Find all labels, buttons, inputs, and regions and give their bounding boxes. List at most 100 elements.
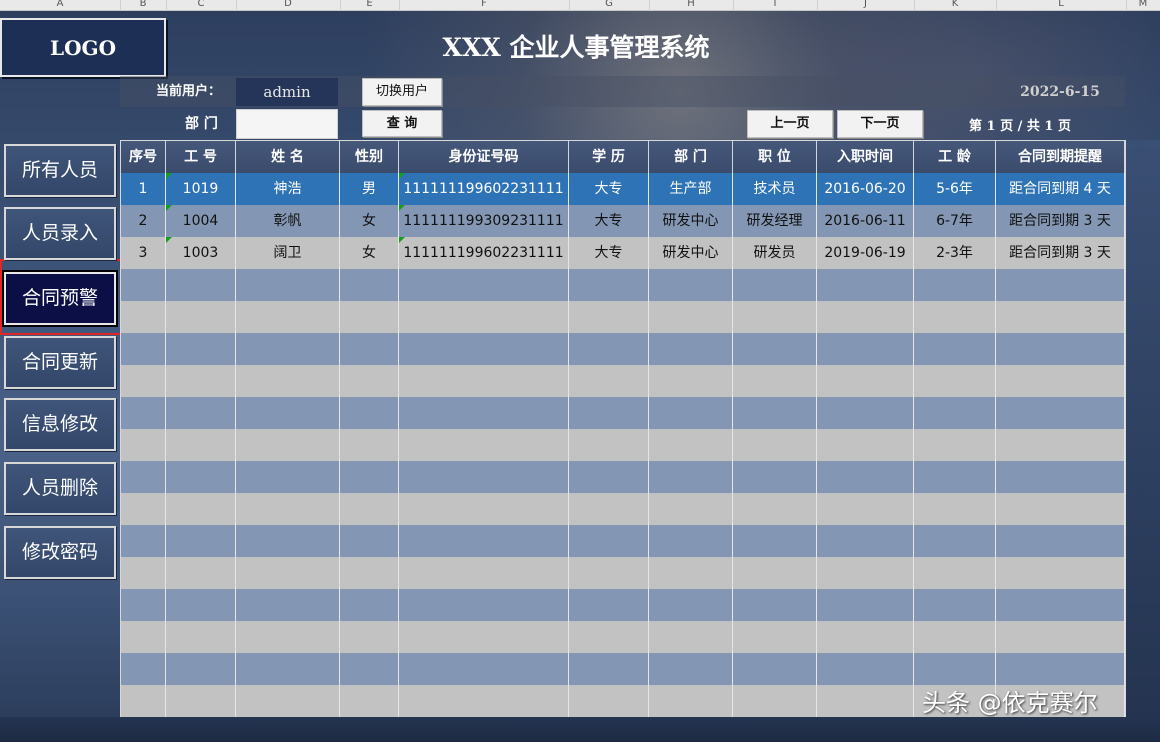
- empty-cell-gender[interactable]: [340, 269, 399, 301]
- empty-cell-position[interactable]: [733, 397, 817, 429]
- cell-position[interactable]: 研发经理: [733, 205, 817, 237]
- empty-cell-id-number[interactable]: [399, 269, 569, 301]
- empty-cell-gender[interactable]: [340, 333, 399, 365]
- empty-cell-contract-reminder[interactable]: [996, 493, 1125, 525]
- cell-emp-id[interactable]: 1004: [166, 205, 236, 237]
- empty-cell-seq[interactable]: [121, 397, 166, 429]
- cell-seq[interactable]: 1: [121, 173, 166, 205]
- empty-cell-id-number[interactable]: [399, 621, 569, 653]
- empty-cell-department[interactable]: [649, 557, 733, 589]
- empty-cell-hire-date[interactable]: [817, 461, 914, 493]
- empty-cell-hire-date[interactable]: [817, 365, 914, 397]
- empty-cell-position[interactable]: [733, 525, 817, 557]
- empty-cell-seniority[interactable]: [914, 525, 996, 557]
- empty-cell-name[interactable]: [236, 621, 340, 653]
- empty-cell-hire-date[interactable]: [817, 269, 914, 301]
- cell-department[interactable]: 研发中心: [649, 205, 733, 237]
- cell-education[interactable]: 大专: [569, 237, 649, 269]
- empty-cell-emp-id[interactable]: [166, 333, 236, 365]
- empty-cell-id-number[interactable]: [399, 685, 569, 717]
- table-empty-row[interactable]: [121, 621, 1125, 653]
- empty-cell-seq[interactable]: [121, 301, 166, 333]
- empty-cell-seniority[interactable]: [914, 621, 996, 653]
- empty-cell-position[interactable]: [733, 653, 817, 685]
- empty-cell-seq[interactable]: [121, 269, 166, 301]
- empty-cell-emp-id[interactable]: [166, 685, 236, 717]
- empty-cell-education[interactable]: [569, 365, 649, 397]
- empty-cell-position[interactable]: [733, 493, 817, 525]
- table-row[interactable]: 1 1019 神浩男 111111199602231111 大专 生产部 技术员 2016-0…: [121, 173, 1125, 205]
- empty-cell-name[interactable]: [236, 397, 340, 429]
- empty-cell-id-number[interactable]: [399, 653, 569, 685]
- empty-cell-id-number[interactable]: [399, 365, 569, 397]
- empty-cell-gender[interactable]: [340, 685, 399, 717]
- cell-contract-reminder[interactable]: 距合同到期 3 天: [996, 205, 1125, 237]
- empty-cell-name[interactable]: [236, 685, 340, 717]
- cell-contract-reminder[interactable]: 距合同到期 3 天: [996, 237, 1125, 269]
- empty-cell-seniority[interactable]: [914, 397, 996, 429]
- empty-cell-department[interactable]: [649, 525, 733, 557]
- column-letter-l[interactable]: L: [996, 0, 1126, 10]
- cell-id-number[interactable]: 111111199602231111: [399, 173, 569, 205]
- empty-cell-seniority[interactable]: [914, 557, 996, 589]
- cell-gender[interactable]: 男: [340, 173, 399, 205]
- query-button[interactable]: 查 询: [362, 110, 442, 137]
- empty-cell-department[interactable]: [649, 333, 733, 365]
- cell-department[interactable]: 研发中心: [649, 237, 733, 269]
- empty-cell-position[interactable]: [733, 365, 817, 397]
- table-empty-row[interactable]: [121, 429, 1125, 461]
- empty-cell-emp-id[interactable]: [166, 269, 236, 301]
- table-empty-row[interactable]: [121, 333, 1125, 365]
- empty-cell-contract-reminder[interactable]: [996, 557, 1125, 589]
- empty-cell-seq[interactable]: [121, 621, 166, 653]
- empty-cell-gender[interactable]: [340, 653, 399, 685]
- empty-cell-department[interactable]: [649, 589, 733, 621]
- table-empty-row[interactable]: [121, 557, 1125, 589]
- cell-seq[interactable]: 2: [121, 205, 166, 237]
- empty-cell-name[interactable]: [236, 333, 340, 365]
- cell-name[interactable]: 神浩: [236, 173, 340, 205]
- empty-cell-education[interactable]: [569, 333, 649, 365]
- empty-cell-contract-reminder[interactable]: [996, 525, 1125, 557]
- table-row[interactable]: 3 1003 阔卫女 111111199602231111 大专 研发中心 研发员 2019-…: [121, 237, 1125, 269]
- empty-cell-education[interactable]: [569, 301, 649, 333]
- empty-cell-position[interactable]: [733, 557, 817, 589]
- cell-seniority[interactable]: 5-6年: [914, 173, 996, 205]
- column-letter-c[interactable]: C: [166, 0, 236, 10]
- empty-cell-contract-reminder[interactable]: [996, 269, 1125, 301]
- table-empty-row[interactable]: [121, 653, 1125, 685]
- cell-position[interactable]: 研发员: [733, 237, 817, 269]
- empty-cell-department[interactable]: [649, 365, 733, 397]
- empty-cell-department[interactable]: [649, 621, 733, 653]
- empty-cell-contract-reminder[interactable]: [996, 333, 1125, 365]
- empty-cell-seq[interactable]: [121, 557, 166, 589]
- empty-cell-department[interactable]: [649, 429, 733, 461]
- table-empty-row[interactable]: [121, 493, 1125, 525]
- empty-cell-education[interactable]: [569, 269, 649, 301]
- table-empty-row[interactable]: [121, 397, 1125, 429]
- empty-cell-id-number[interactable]: [399, 397, 569, 429]
- empty-cell-seniority[interactable]: [914, 653, 996, 685]
- empty-cell-emp-id[interactable]: [166, 397, 236, 429]
- empty-cell-seq[interactable]: [121, 589, 166, 621]
- empty-cell-hire-date[interactable]: [817, 653, 914, 685]
- table-empty-row[interactable]: [121, 525, 1125, 557]
- empty-cell-education[interactable]: [569, 397, 649, 429]
- column-letter-k[interactable]: K: [914, 0, 996, 10]
- empty-cell-emp-id[interactable]: [166, 365, 236, 397]
- empty-cell-id-number[interactable]: [399, 429, 569, 461]
- sidebar-item-contract-update[interactable]: 合同更新: [4, 336, 116, 389]
- empty-cell-seq[interactable]: [121, 333, 166, 365]
- column-letter-g[interactable]: G: [569, 0, 649, 10]
- empty-cell-seq[interactable]: [121, 493, 166, 525]
- empty-cell-hire-date[interactable]: [817, 557, 914, 589]
- empty-cell-id-number[interactable]: [399, 525, 569, 557]
- empty-cell-contract-reminder[interactable]: [996, 365, 1125, 397]
- empty-cell-seniority[interactable]: [914, 429, 996, 461]
- empty-cell-department[interactable]: [649, 685, 733, 717]
- empty-cell-gender[interactable]: [340, 301, 399, 333]
- empty-cell-emp-id[interactable]: [166, 301, 236, 333]
- empty-cell-position[interactable]: [733, 589, 817, 621]
- empty-cell-position[interactable]: [733, 621, 817, 653]
- empty-cell-emp-id[interactable]: [166, 429, 236, 461]
